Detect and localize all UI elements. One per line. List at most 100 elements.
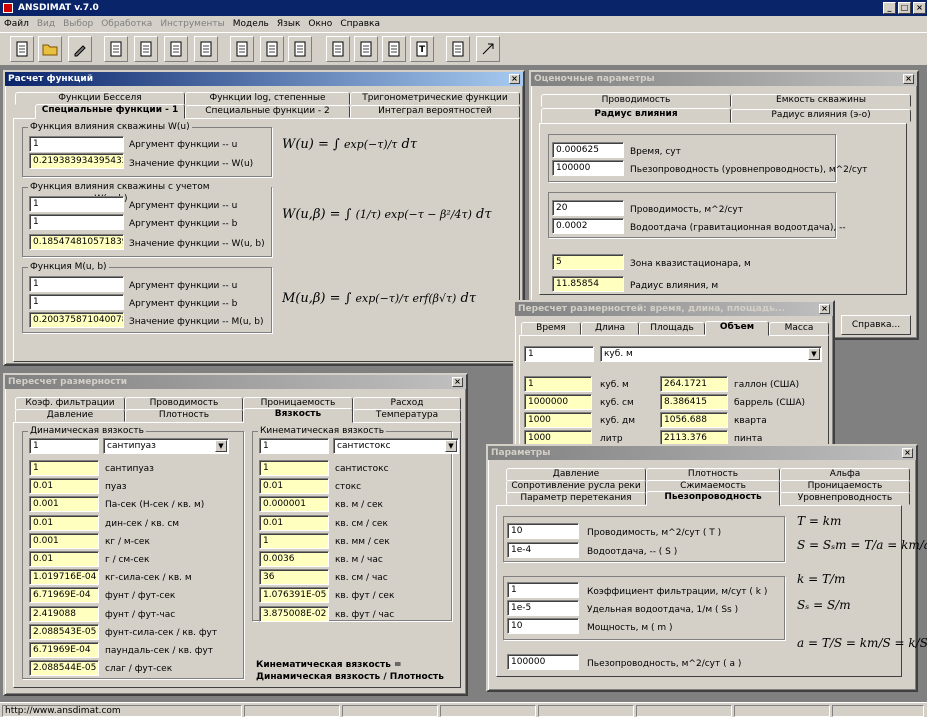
document-button[interactable] — [104, 36, 128, 62]
maximize-window-button[interactable]: □ — [898, 2, 911, 14]
new-file-button[interactable] — [10, 36, 34, 62]
m-input[interactable]: 10 — [507, 618, 579, 634]
tab-transmissivity[interactable]: Проводимость — [541, 94, 731, 107]
zone-input[interactable]: 5 — [552, 254, 624, 270]
close-parameters-window-button[interactable]: × — [902, 448, 913, 458]
volume-input[interactable]: 1 — [524, 346, 594, 362]
trans-input[interactable]: 20 — [552, 200, 624, 216]
radius-result[interactable]: 11.85854 — [552, 276, 624, 292]
document-button[interactable] — [288, 36, 312, 62]
dyn-value[interactable]: 0.01 — [29, 514, 99, 531]
w-u-b-b-input[interactable]: 1 — [29, 214, 124, 230]
piezo-input[interactable]: 100000 — [552, 160, 624, 176]
tab-trig[interactable]: Тригонометрические функции — [350, 92, 520, 105]
tab-param-level-conductivity[interactable]: Уровнепроводность — [780, 492, 910, 505]
kin-input[interactable]: 1 — [259, 438, 329, 454]
document-button[interactable] — [382, 36, 406, 62]
tab-length[interactable]: Длина — [581, 322, 639, 335]
document-button[interactable] — [446, 36, 470, 62]
document-button[interactable] — [230, 36, 254, 62]
menu-tools[interactable]: Инструменты — [156, 16, 228, 32]
tab-viscosity[interactable]: Вязкость — [243, 408, 353, 423]
w-u-u-input[interactable]: 1 — [29, 136, 124, 152]
w-u-result[interactable]: 0.219383934395432 — [29, 153, 124, 169]
close-window-button[interactable]: × — [913, 2, 926, 14]
document-button[interactable] — [164, 36, 188, 62]
dyn-value[interactable]: 6.71969E-04 — [29, 587, 99, 604]
kin-value[interactable]: 0.01 — [259, 514, 329, 531]
text-button[interactable]: T — [410, 36, 434, 62]
time-input[interactable]: 0.000625 — [552, 142, 624, 158]
dyn-value[interactable]: 2.088543E-05 — [29, 623, 99, 640]
dyn-value[interactable]: 2.419088 — [29, 605, 99, 622]
kin-value[interactable]: 1 — [259, 532, 329, 549]
document-button[interactable] — [134, 36, 158, 62]
conv-value-right[interactable]: 264.1721 — [660, 376, 728, 392]
conv-value-left[interactable]: 1 — [524, 376, 592, 392]
tab-log-power[interactable]: Функции log, степенные — [185, 92, 350, 105]
kin-unit-select[interactable]: сантистокс ▼ — [333, 438, 459, 454]
document-button[interactable] — [354, 36, 378, 62]
s-input[interactable]: 1e-4 — [507, 542, 579, 558]
tab-pressure[interactable]: Давление — [15, 409, 125, 422]
menu-help[interactable]: Справка — [336, 16, 384, 32]
tab-param-diffusivity[interactable]: Пьезопроводность — [646, 491, 780, 506]
tab-param-leakage[interactable]: Параметр перетекания — [506, 492, 646, 505]
dyn-value[interactable]: 0.001 — [29, 496, 99, 513]
kin-value[interactable]: 36 — [259, 569, 329, 586]
close-functions-window-button[interactable]: × — [509, 74, 520, 84]
t-input[interactable]: 10 — [507, 523, 579, 539]
tab-time[interactable]: Время — [521, 322, 581, 335]
chevron-down-icon[interactable]: ▼ — [445, 440, 457, 452]
k-input[interactable]: 1 — [507, 582, 579, 598]
tab-well-capacity[interactable]: Емкость скважины — [731, 94, 911, 107]
close-estimate-window-button[interactable]: × — [903, 74, 914, 84]
menu-window[interactable]: Окно — [304, 16, 336, 32]
dyn-unit-select[interactable]: сантипуаз ▼ — [103, 438, 229, 454]
conv-value-right[interactable]: 8.386415 — [660, 394, 728, 410]
menu-file[interactable]: Файл — [0, 16, 33, 32]
edit-button[interactable] — [68, 36, 92, 62]
tab-volume[interactable]: Объем — [705, 321, 769, 336]
ss-input[interactable]: 1e-5 — [507, 600, 579, 616]
menu-view[interactable]: Вид — [33, 16, 59, 32]
tab-special-2[interactable]: Специальные функции - 2 — [185, 105, 350, 118]
kin-value[interactable]: 1.076391E-05 — [259, 587, 329, 604]
kin-value[interactable]: 0.000001 — [259, 496, 329, 513]
chevron-down-icon[interactable]: ▼ — [215, 440, 227, 452]
dyn-value[interactable]: 2.088544E-05 — [29, 660, 99, 677]
maximize-button[interactable] — [476, 36, 500, 62]
document-button[interactable] — [326, 36, 350, 62]
tab-temperature[interactable]: Температура — [353, 409, 461, 422]
kin-value[interactable]: 3.875008E-02 — [259, 605, 329, 622]
menu-language[interactable]: Язык — [273, 16, 305, 32]
conv-value-left[interactable]: 1000 — [524, 412, 592, 428]
tab-density[interactable]: Плотность — [125, 409, 243, 422]
menu-model[interactable]: Модель — [229, 16, 273, 32]
w-u-b-u-input[interactable]: 1 — [29, 196, 124, 212]
close-conversion-window-button[interactable]: × — [819, 304, 830, 314]
dyn-value[interactable]: 0.001 — [29, 532, 99, 549]
document-button[interactable] — [260, 36, 284, 62]
conv-value-left[interactable]: 1000000 — [524, 394, 592, 410]
minimize-window-button[interactable]: _ — [883, 2, 896, 14]
dyn-value[interactable]: 0.01 — [29, 551, 99, 567]
kin-value[interactable]: 0.01 — [259, 478, 329, 495]
tab-prob-integral[interactable]: Интеграл вероятностей — [350, 105, 520, 118]
m-u-b-b-input[interactable]: 1 — [29, 294, 124, 310]
close-dimension-window-button[interactable]: × — [452, 377, 463, 387]
dyn-value[interactable]: 1.019716E-04 — [29, 569, 99, 586]
tab-radius[interactable]: Радиус влияния — [541, 108, 731, 123]
volume-unit-select[interactable]: куб. м ▼ — [600, 346, 822, 362]
tab-radius-eo[interactable]: Радиус влияния (э-о) — [731, 109, 911, 122]
kin-value[interactable]: 1 — [259, 460, 329, 476]
open-folder-button[interactable] — [38, 36, 62, 62]
menu-select[interactable]: Выбор — [59, 16, 97, 32]
a-input[interactable]: 100000 — [507, 654, 579, 670]
chevron-down-icon[interactable]: ▼ — [808, 348, 820, 360]
menu-process[interactable]: Обработка — [97, 16, 156, 32]
tab-area[interactable]: Площадь — [639, 322, 705, 335]
document-button[interactable] — [194, 36, 218, 62]
dyn-value[interactable]: 1 — [29, 460, 99, 476]
dyn-input[interactable]: 1 — [29, 438, 99, 454]
